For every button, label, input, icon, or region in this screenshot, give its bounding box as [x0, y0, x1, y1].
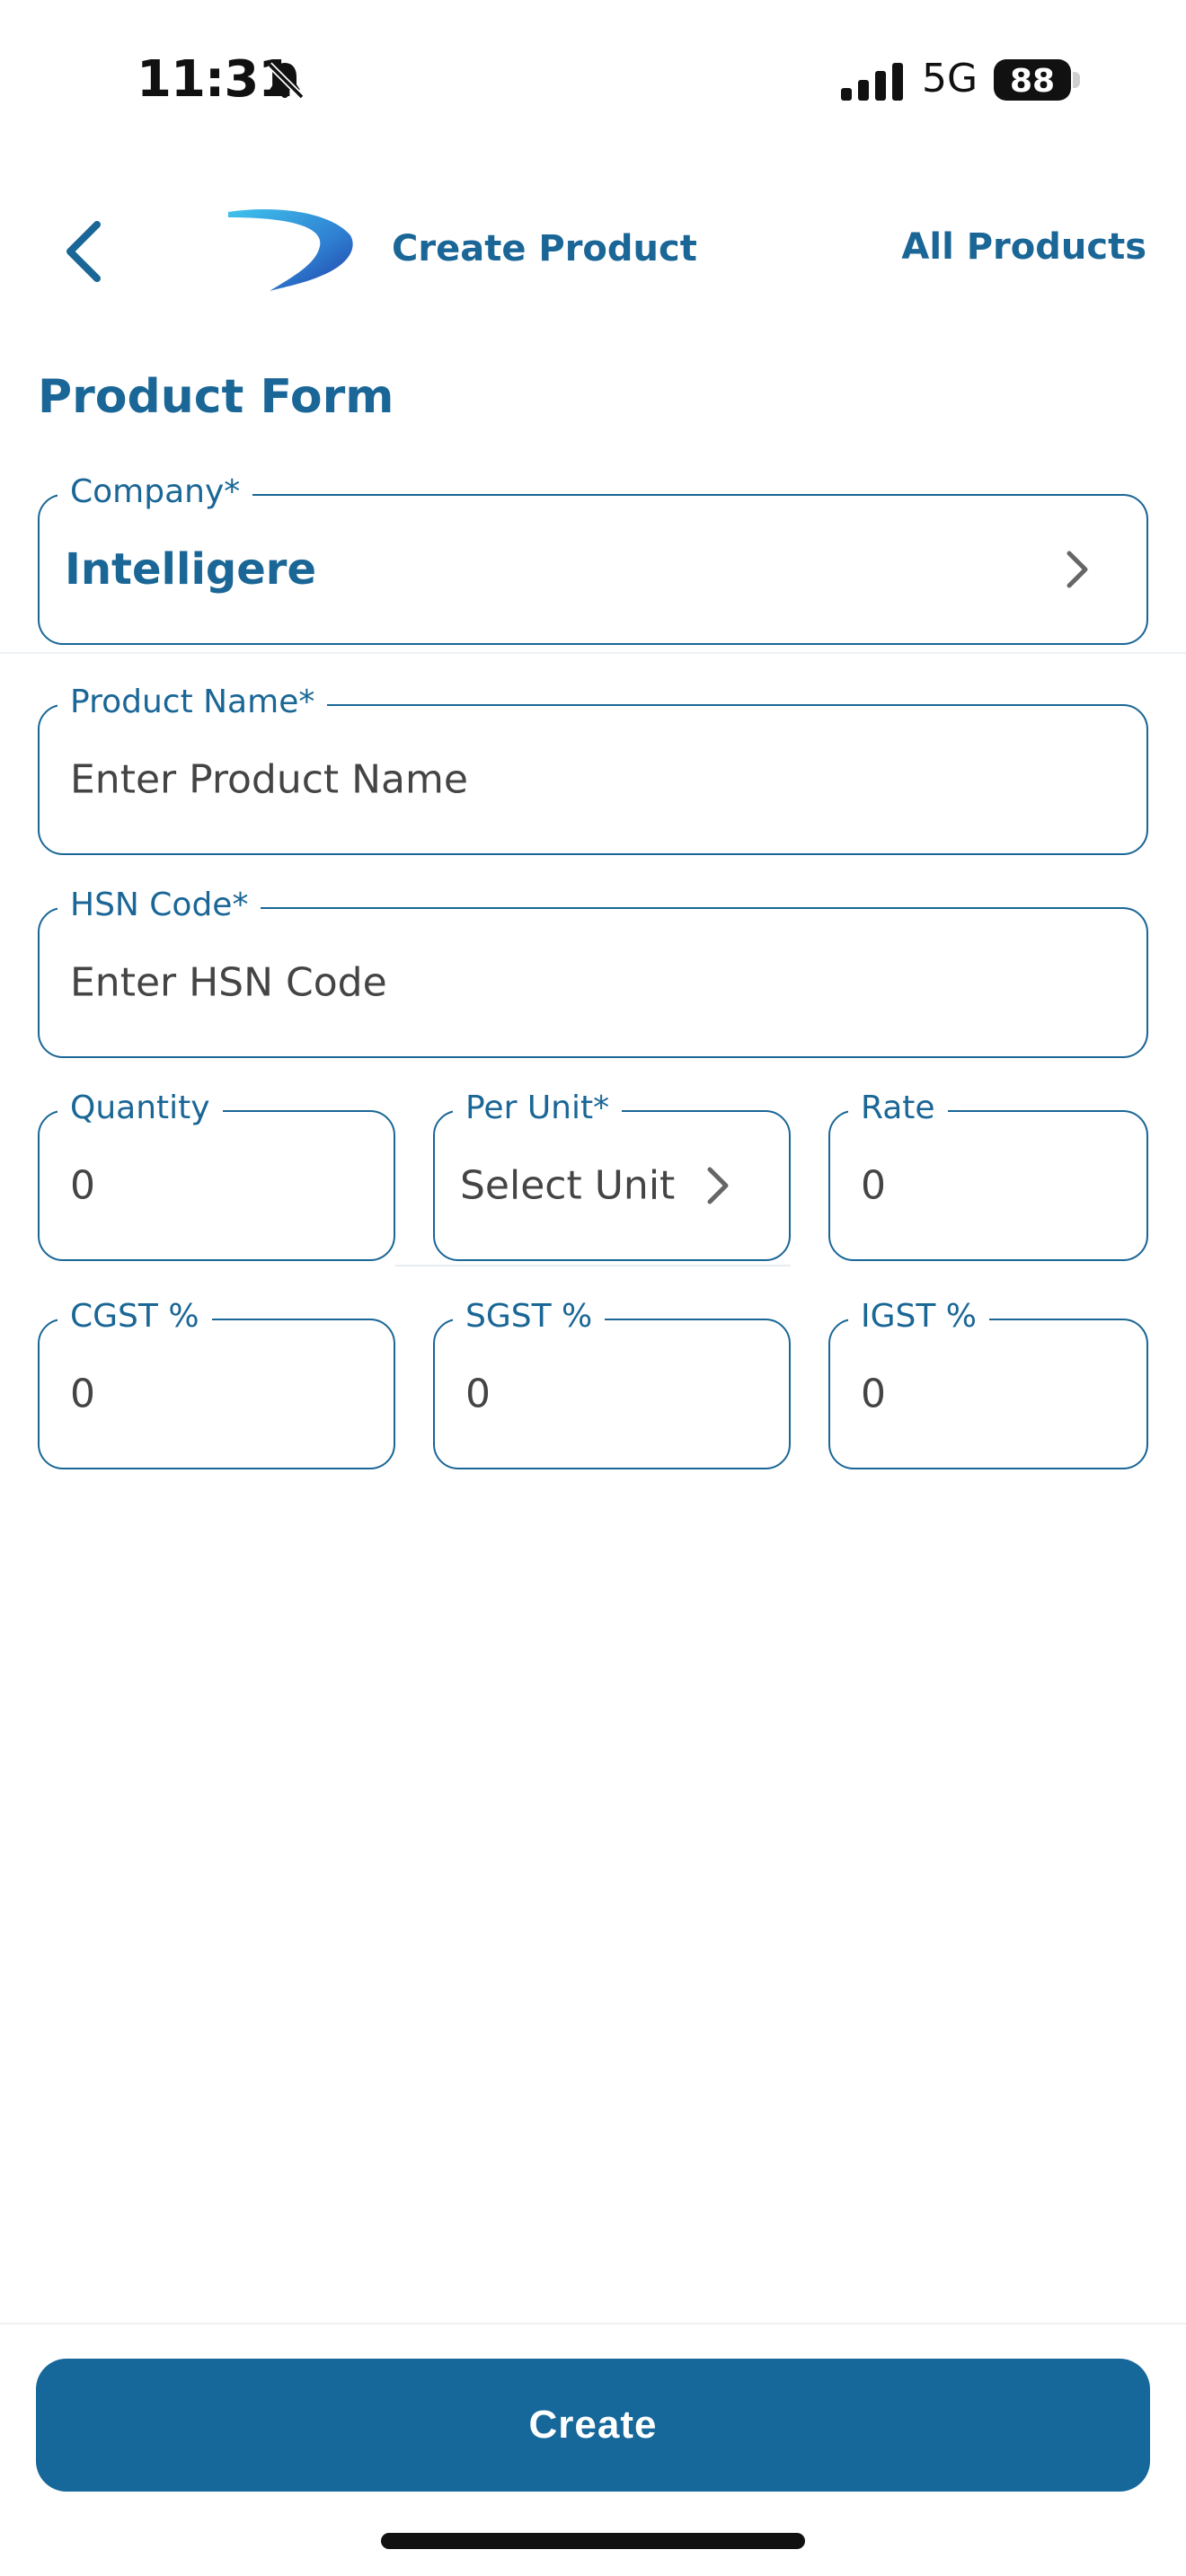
hsn-code-label: HSN Code* — [58, 886, 261, 925]
battery-icon: 88 — [994, 59, 1080, 101]
igst-value: 0 — [861, 1371, 886, 1417]
rate-value: 0 — [861, 1162, 886, 1209]
divider — [0, 652, 1186, 654]
per-unit-value: Select Unit — [460, 1162, 676, 1209]
product-name-placeholder: Enter Product Name — [70, 756, 468, 803]
company-label: Company* — [58, 472, 253, 512]
cgst-value: 0 — [70, 1371, 95, 1417]
rate-field[interactable]: Rate 0 — [828, 1089, 1148, 1261]
quantity-value: 0 — [70, 1162, 95, 1209]
chevron-right-icon — [1067, 551, 1088, 588]
home-indicator[interactable] — [381, 2533, 805, 2549]
hsn-code-placeholder: Enter HSN Code — [70, 959, 387, 1006]
create-button[interactable]: Create — [36, 2359, 1150, 2492]
sgst-field[interactable]: SGST % 0 — [433, 1297, 791, 1469]
sgst-value: 0 — [465, 1371, 491, 1417]
company-value: Intelligere — [65, 544, 317, 595]
cgst-field[interactable]: CGST % 0 — [38, 1297, 395, 1469]
igst-label: IGST % — [848, 1297, 990, 1337]
divider — [395, 1265, 791, 1266]
igst-field[interactable]: IGST % 0 — [828, 1297, 1148, 1469]
product-name-label: Product Name* — [58, 683, 328, 722]
form-title: Product Form — [38, 370, 394, 424]
company-select[interactable]: Company* Intelligere — [38, 472, 1148, 645]
battery-level: 88 — [1009, 63, 1056, 100]
all-products-link[interactable]: All Products — [901, 226, 1146, 268]
page-title: Create Product — [392, 228, 697, 269]
quantity-label: Quantity — [58, 1089, 223, 1128]
screen: 11:31 5G 88 Create Product All Products — [0, 0, 1186, 2576]
network-type: 5G — [922, 56, 978, 101]
cgst-label: CGST % — [58, 1297, 212, 1337]
brand-logo-icon — [228, 209, 353, 291]
chevron-right-icon — [707, 1167, 729, 1204]
product-name-field[interactable]: Product Name* Enter Product Name — [38, 683, 1148, 855]
per-unit-select[interactable]: Per Unit* Select Unit — [433, 1089, 791, 1261]
cellular-signal-icon — [841, 63, 903, 101]
rate-label: Rate — [848, 1089, 948, 1128]
per-unit-label: Per Unit* — [453, 1089, 623, 1128]
back-chevron-icon[interactable] — [58, 216, 111, 287]
footer-separator — [0, 2323, 1186, 2325]
hsn-code-field[interactable]: HSN Code* Enter HSN Code — [38, 886, 1148, 1058]
bell-muted-icon — [267, 62, 305, 100]
sgst-label: SGST % — [453, 1297, 606, 1337]
quantity-field[interactable]: Quantity 0 — [38, 1089, 395, 1261]
